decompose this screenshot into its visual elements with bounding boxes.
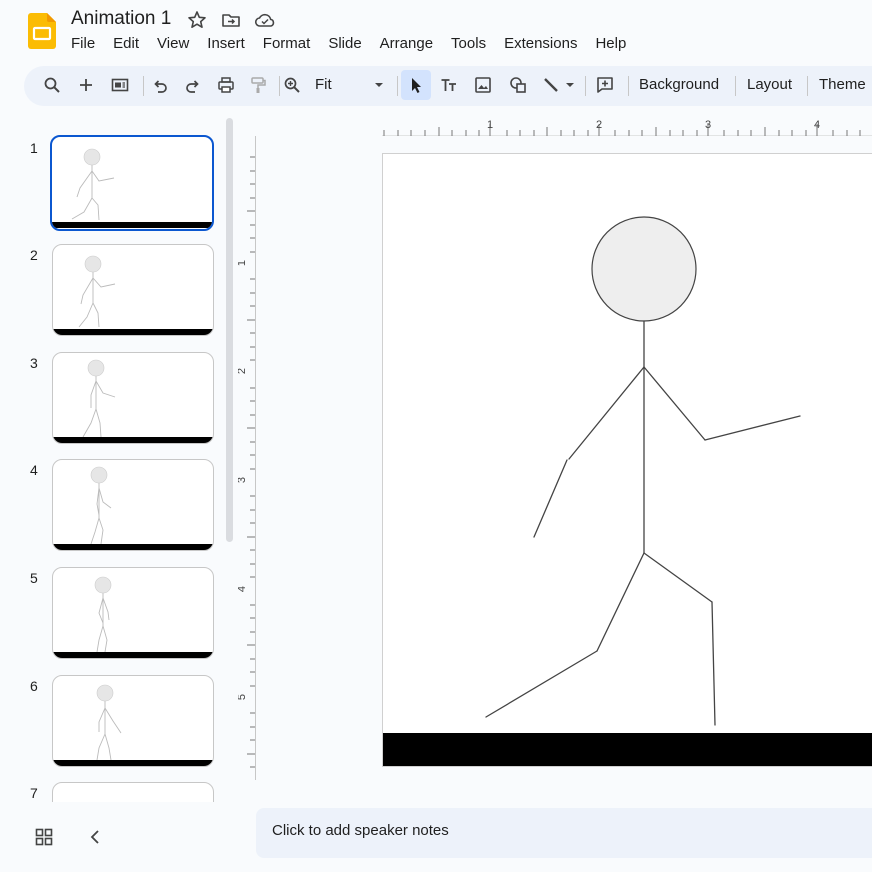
ruler-label: 5 — [238, 694, 248, 700]
menu-bar: File Edit View Insert Format Slide Arran… — [62, 34, 635, 56]
stick-figure-right-forearm — [704, 415, 801, 441]
cloud-saved-icon[interactable] — [254, 10, 275, 30]
menu-arrange[interactable]: Arrange — [371, 34, 442, 56]
slide-number: 6 — [30, 678, 38, 694]
print-icon[interactable] — [211, 70, 241, 100]
slide-thumbnail-4[interactable] — [52, 459, 214, 551]
slide-filmstrip: 1 2 3 4 5 6 7 — [0, 112, 240, 802]
zoom-icon[interactable] — [277, 70, 307, 100]
slide-thumbnail-7[interactable] — [52, 782, 214, 802]
line-dropdown-icon[interactable] — [560, 70, 580, 100]
slide-number: 5 — [30, 570, 38, 586]
menu-format[interactable]: Format — [254, 34, 320, 56]
star-icon[interactable] — [187, 10, 207, 30]
menu-extensions[interactable]: Extensions — [495, 34, 586, 56]
stick-figure-thumbnail — [53, 576, 213, 658]
menu-edit[interactable]: Edit — [104, 34, 148, 56]
slide-canvas[interactable] — [382, 153, 872, 767]
grid-view-icon[interactable] — [34, 827, 54, 847]
text-box-icon[interactable] — [434, 70, 464, 100]
new-slide-icon[interactable] — [71, 70, 101, 100]
menu-tools[interactable]: Tools — [442, 34, 495, 56]
stick-figure-left-shin — [485, 650, 598, 718]
redo-icon[interactable] — [178, 70, 208, 100]
background-button[interactable]: Background — [639, 76, 719, 93]
speaker-notes-placeholder: Click to add speaker notes — [272, 822, 449, 839]
zoom-select[interactable]: Fit — [315, 76, 332, 93]
menu-insert[interactable]: Insert — [198, 34, 254, 56]
slide-number: 2 — [30, 247, 38, 263]
slide-thumbnail-5[interactable] — [52, 567, 214, 659]
ruler-label: 2 — [238, 368, 248, 374]
move-to-folder-icon[interactable] — [221, 10, 241, 30]
search-icon[interactable] — [37, 70, 67, 100]
document-title[interactable]: Animation 1 — [71, 8, 171, 30]
shape-icon[interactable] — [503, 70, 533, 100]
undo-icon[interactable] — [145, 70, 175, 100]
stick-figure-thumbnail — [53, 359, 213, 443]
slide-layout-icon[interactable] — [105, 70, 135, 100]
ruler-label: 3 — [705, 119, 711, 131]
slide-thumbnail-3[interactable] — [52, 352, 214, 444]
vertical-ruler: 1 2 3 4 5 — [238, 156, 256, 768]
stick-figure-head — [591, 216, 697, 322]
ruler-label: 2 — [596, 119, 602, 131]
ruler-label: 4 — [814, 119, 820, 131]
stick-figure-right-thigh — [643, 552, 713, 603]
comment-icon[interactable] — [590, 70, 620, 100]
menu-slide[interactable]: Slide — [319, 34, 370, 56]
stick-figure-thumbnail — [52, 148, 212, 228]
collapse-panel-icon[interactable] — [86, 827, 106, 847]
menu-file[interactable]: File — [62, 34, 104, 56]
stick-figure-right-upper-arm — [643, 366, 706, 441]
ruler-label: 1 — [238, 260, 248, 266]
stick-figure-drawing — [383, 216, 872, 766]
menu-help[interactable]: Help — [586, 34, 635, 56]
slide-number: 1 — [30, 140, 38, 156]
stick-figure-left-thigh — [596, 552, 645, 652]
ruler-label: 1 — [487, 119, 493, 131]
paint-format-icon[interactable] — [243, 70, 273, 100]
slides-logo-icon[interactable] — [28, 13, 56, 49]
stick-figure-left-upper-arm — [568, 366, 645, 460]
theme-button[interactable]: Theme — [819, 76, 866, 93]
ruler-label: 4 — [238, 586, 248, 592]
stick-figure-thumbnail — [53, 255, 213, 335]
stick-figure-thumbnail — [53, 684, 213, 766]
slide-number: 7 — [30, 785, 38, 801]
horizontal-ruler: 1 2 3 4 — [382, 119, 872, 136]
layout-button[interactable]: Layout — [747, 76, 792, 93]
speaker-notes[interactable]: Click to add speaker notes — [256, 808, 872, 858]
image-icon[interactable] — [468, 70, 498, 100]
stick-figure-thumbnail — [53, 466, 213, 550]
slide-thumbnail-2[interactable] — [52, 244, 214, 336]
filmstrip-scrollbar[interactable] — [226, 118, 233, 542]
slide-number: 3 — [30, 355, 38, 371]
stick-figure-left-forearm — [533, 459, 568, 538]
toolbar: Fit Background Layout Theme — [24, 66, 872, 106]
stick-figure-right-shin — [711, 601, 716, 726]
slide-number: 4 — [30, 462, 38, 478]
dropdown-arrow-icon[interactable] — [364, 70, 394, 100]
ground-bar — [383, 733, 872, 766]
menu-view[interactable]: View — [148, 34, 198, 56]
slide-thumbnail-6[interactable] — [52, 675, 214, 767]
ruler-label: 3 — [238, 477, 248, 483]
slide-thumbnail-1[interactable] — [50, 135, 214, 231]
select-arrow-icon[interactable] — [401, 70, 431, 100]
